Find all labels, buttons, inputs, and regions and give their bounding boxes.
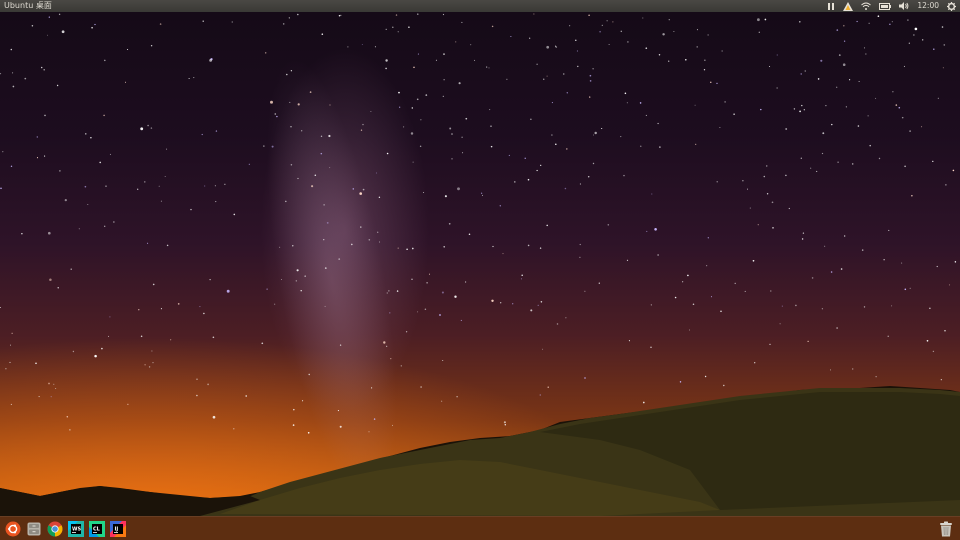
launcher-dock: WS CL IJ	[0, 516, 960, 540]
clion-launcher-button[interactable]: CL	[87, 519, 107, 539]
dash-home-button[interactable]	[3, 519, 23, 539]
svg-text:IJ: IJ	[115, 526, 119, 532]
window-title: Ubuntu 桌面	[4, 1, 52, 10]
volume-icon[interactable]	[899, 0, 909, 12]
svg-text:WS: WS	[72, 526, 82, 532]
trash-icon	[940, 521, 952, 537]
chromium-icon	[47, 521, 63, 536]
indicator-area: 12:00	[827, 0, 956, 12]
ubuntu-logo-icon	[5, 521, 21, 536]
files-launcher-button[interactable]	[24, 519, 44, 539]
webstorm-launcher-button[interactable]: WS	[66, 519, 86, 539]
wifi-icon[interactable]	[861, 0, 872, 12]
clion-icon: CL	[89, 520, 105, 537]
clock[interactable]: 12:00	[917, 0, 939, 12]
desktop-wallpaper	[0, 0, 960, 540]
software-updater-icon[interactable]	[843, 0, 854, 12]
intellij-launcher-button[interactable]: IJ	[108, 519, 128, 539]
intellij-icon: IJ	[110, 520, 126, 537]
top-panel: Ubuntu 桌面 12:00	[0, 0, 960, 12]
chromium-launcher-button[interactable]	[45, 519, 65, 539]
svg-text:CL: CL	[93, 526, 101, 532]
trash-launcher-button[interactable]	[936, 519, 956, 539]
keyboard-indicator-icon[interactable]	[827, 0, 835, 12]
gear-icon[interactable]	[947, 0, 956, 12]
file-cabinet-icon	[27, 522, 41, 535]
hills-silhouette	[0, 386, 960, 540]
webstorm-icon: WS	[68, 520, 84, 537]
battery-icon[interactable]	[879, 0, 892, 12]
